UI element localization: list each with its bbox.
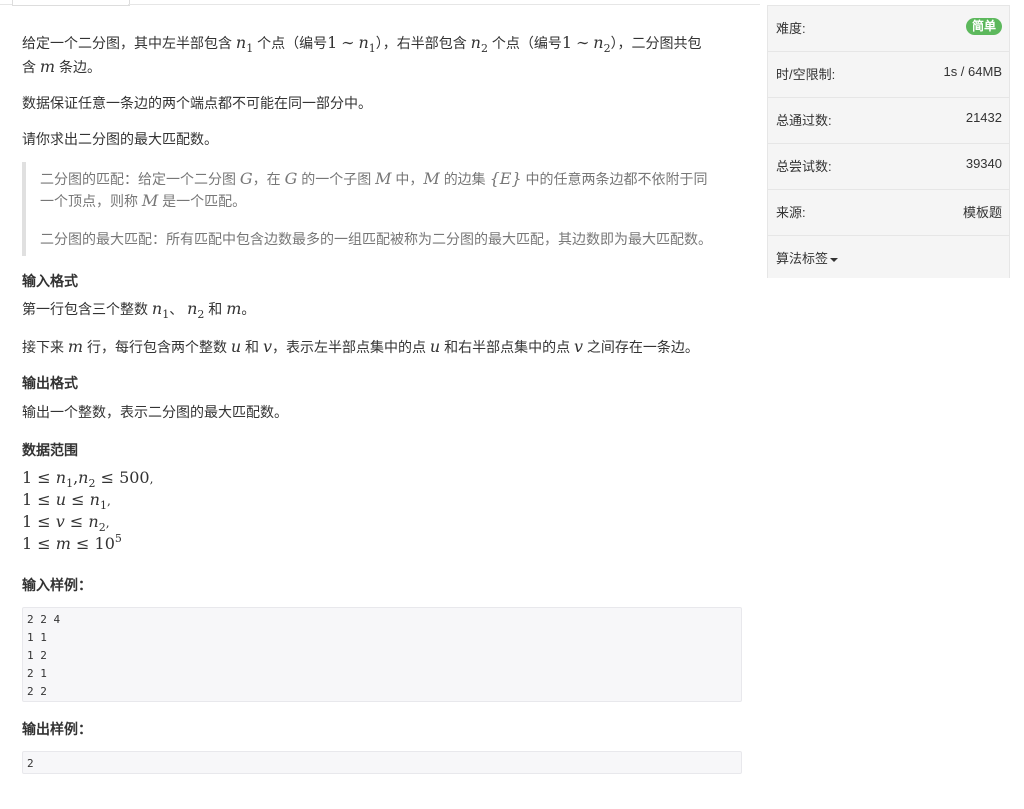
tags-toggle[interactable]: 算法标签 — [776, 248, 839, 267]
math-m: m — [67, 337, 84, 356]
text: 个点（编号 — [491, 35, 562, 51]
math-G: G — [284, 169, 298, 188]
math-u: u — [429, 337, 441, 356]
text: ），二分图共包 — [610, 35, 702, 51]
math-M: M — [375, 169, 392, 188]
matching-definition: 二分图的匹配：给定一个二分图 G，在 G 的一个子图 M 中，M 的边集 {E}… — [40, 169, 708, 210]
math-one: 1 — [561, 33, 573, 52]
math-tilde: ∼ — [575, 33, 590, 52]
difficulty-label: 难度: — [776, 21, 806, 36]
math-n1: n1 — [358, 33, 376, 55]
code-line: 2 1 — [27, 667, 47, 680]
math-tilde: ∼ — [341, 33, 355, 52]
math-u: u — [230, 337, 242, 356]
sample-input-code[interactable]: 2 2 4 1 1 1 2 2 1 2 2 — [22, 607, 742, 702]
input-format-heading: 输入格式 — [22, 273, 78, 289]
attempts-row: 总尝试数: 39340 — [767, 144, 1010, 190]
math-E-set: {E} — [489, 169, 522, 188]
passed-row: 总通过数: 21432 — [767, 98, 1010, 144]
math-v: v — [573, 337, 584, 356]
sample-input-heading: 输入样例： — [22, 577, 92, 593]
input-format-line2: 接下来 m 行，每行包含两个整数 u 和 v，表示左半部点集中的点 u 和右半部… — [22, 337, 699, 356]
text: 条边。 — [58, 59, 101, 75]
math-v: v — [262, 337, 272, 356]
text: 含 — [22, 59, 36, 75]
math-one: 1 — [327, 33, 338, 52]
problem-intro: 给定一个二分图，其中左半部包含 n1 个点（编号1 ∼ n1），右半部包含 n2… — [22, 32, 746, 78]
range-line-n: 1 ≤ n1,n2 ≤ 500, — [22, 468, 154, 490]
math-m: m — [39, 57, 56, 76]
text: 个点（编号 — [257, 35, 328, 51]
math-n1: n1 — [151, 299, 170, 321]
math-n2: n2 — [187, 299, 205, 321]
math-m: m — [226, 299, 242, 318]
limits-value: 1s / 64MB — [943, 64, 1002, 79]
sample-output-code[interactable]: 2 — [22, 751, 742, 774]
tags-row[interactable]: 算法标签 — [767, 236, 1010, 278]
text: ），右半部包含 — [375, 35, 467, 51]
code-line: 2 2 4 — [27, 613, 61, 626]
limits-label: 时/空限制: — [776, 67, 836, 82]
source-value[interactable]: 模板题 — [963, 202, 1002, 221]
math-n1: n1 — [235, 33, 254, 55]
text: 给定一个二分图，其中左半部包含 — [22, 35, 232, 51]
code-line: 1 1 — [27, 631, 47, 644]
math-G: G — [239, 169, 253, 188]
tags-label: 算法标签 — [776, 251, 829, 266]
active-tab[interactable] — [12, 0, 130, 6]
limits-row: 时/空限制: 1s / 64MB — [767, 52, 1010, 98]
tab-bar-line — [0, 4, 12, 5]
difficulty-badge: 简单 — [965, 18, 1002, 35]
passed-label: 总通过数: — [776, 113, 832, 128]
problem-page: 给定一个二分图，其中左半部包含 n1 个点（编号1 ∼ n1），右半部包含 n2… — [0, 0, 1024, 809]
output-format-text: 输出一个整数，表示二分图的最大匹配数。 — [22, 404, 288, 420]
definition-blockquote: 二分图的匹配：给定一个二分图 G，在 G 的一个子图 M 中，M 的边集 {E}… — [22, 162, 748, 256]
data-range-heading: 数据范围 — [22, 442, 78, 458]
tab-bar-line — [128, 4, 760, 5]
range-line-m: 1 ≤ m ≤ 105 — [22, 532, 122, 553]
caret-down-icon — [830, 257, 839, 262]
source-label: 来源: — [776, 205, 806, 220]
code-line: 1 2 — [27, 649, 47, 662]
range-line-u: 1 ≤ u ≤ n1, — [22, 490, 111, 512]
attempts-value: 39340 — [965, 156, 1002, 171]
difficulty-row: 难度: 简单 — [767, 5, 1010, 52]
math-n2: n2 — [470, 33, 488, 55]
math-n2: n2 — [593, 33, 611, 55]
problem-info-sidebar: 难度: 简单 时/空限制: 1s / 64MB 总通过数: 21432 总尝试数… — [767, 5, 1010, 278]
range-line-v: 1 ≤ v ≤ n2, — [22, 512, 110, 534]
ask-text: 请你求出二分图的最大匹配数。 — [22, 131, 218, 147]
passed-value: 21432 — [965, 110, 1002, 125]
math-M: M — [423, 169, 440, 188]
data-range-formulas: 1 ≤ n1,n2 ≤ 500, 1 ≤ u ≤ n1, 1 ≤ v ≤ n2,… — [22, 467, 153, 555]
code-line: 2 2 — [27, 685, 47, 698]
output-format-heading: 输出格式 — [22, 375, 78, 391]
guarantee-text: 数据保证任意一条边的两个端点都不可能在同一部分中。 — [22, 95, 372, 111]
attempts-label: 总尝试数: — [776, 159, 832, 174]
source-row: 来源: 模板题 — [767, 190, 1010, 236]
math-M: M — [141, 191, 159, 210]
max-matching-definition: 二分图的最大匹配：所有匹配中包含边数最多的一组匹配被称为二分图的最大匹配，其边数… — [40, 231, 712, 247]
sample-output-heading: 输出样例： — [22, 721, 92, 737]
input-format-line1: 第一行包含三个整数 n1、 n2 和 m。 — [22, 299, 256, 321]
